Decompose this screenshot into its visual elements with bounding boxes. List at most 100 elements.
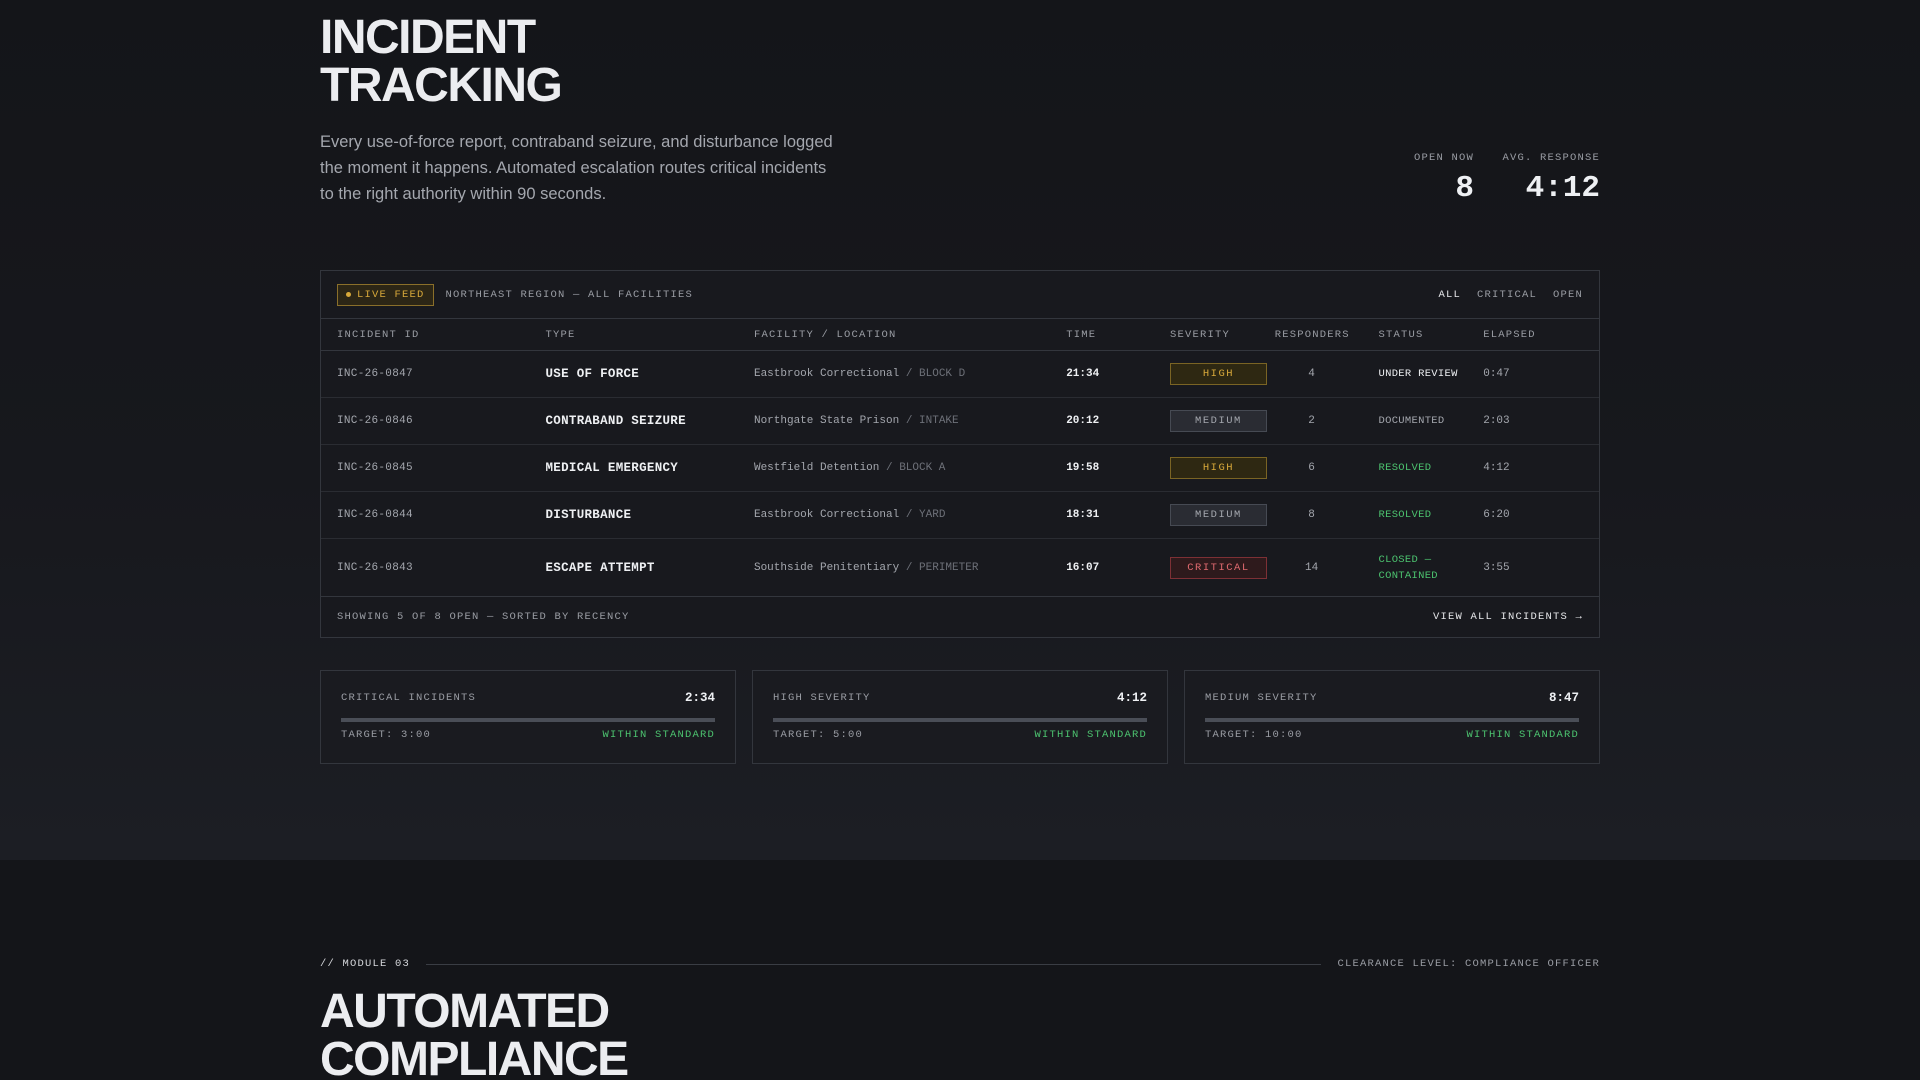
incident-time: 21:34 [1066, 368, 1100, 380]
page-title: INCIDENT TRACKING [320, 11, 563, 112]
sla-card-critical: CRITICAL INCIDENTS 2:34 TARGET: 3:00 WIT… [320, 670, 736, 764]
incident-facility: Eastbrook Correctional / BLOCK D [754, 368, 1066, 380]
col-status: STATUS [1378, 328, 1424, 341]
table-row[interactable]: INC-26-0846 CONTRABAND SEIZURE Northgate… [321, 398, 1599, 445]
incident-elapsed: 6:20 [1483, 509, 1510, 521]
facility-name: Eastbrook Correctional [753, 368, 900, 380]
kpi-open-label: OPEN NOW [1413, 152, 1474, 164]
table-row[interactable]: INC-26-0844 DISTURBANCE Eastbrook Correc… [321, 492, 1599, 539]
facility-name: Southside Penitentiary [753, 561, 900, 574]
sla-progress-fill [773, 718, 1147, 722]
col-responders: RESPONDERS [1274, 328, 1350, 341]
filter-all[interactable]: ALL [1438, 289, 1461, 301]
table-row[interactable]: INC-26-0845 MEDICAL EMERGENCY Westfield … [321, 445, 1599, 492]
feed-filters: ALL CRITICAL OPEN [1438, 289, 1583, 301]
incident-time: 16:07 [1066, 561, 1100, 574]
sla-target: TARGET: 5:00 [773, 729, 864, 741]
sla-progress-fill [341, 718, 715, 722]
sla-card-medium: MEDIUM SEVERITY 8:47 TARGET: 10:00 WITHI… [1184, 670, 1600, 764]
col-severity: SEVERITY [1170, 328, 1231, 341]
incident-feed-panel: LIVE FEED NORTHEAST REGION — ALL FACILIT… [320, 270, 1600, 638]
incident-status: CLOSED — CONTAINED [1379, 552, 1484, 584]
filter-critical[interactable]: CRITICAL [1477, 289, 1537, 301]
severity-badge: HIGH [1169, 363, 1267, 385]
facility-location: / BLOCK A [886, 462, 946, 474]
incident-status: RESOLVED [1378, 462, 1432, 474]
sla-label: CRITICAL INCIDENTS [341, 692, 477, 704]
incident-elapsed: 3:55 [1483, 561, 1510, 574]
sla-progress-fill [1205, 718, 1579, 722]
incident-time: 20:12 [1066, 415, 1100, 427]
table-row[interactable]: INC-26-0843 ESCAPE ATTEMPT Southside Pen… [321, 539, 1599, 596]
col-time: TIME [1066, 328, 1097, 341]
kpi-open-now: OPEN NOW 8 [1400, 152, 1474, 206]
sla-target: TARGET: 10:00 [1205, 729, 1303, 741]
kpi-avg-value: 4:12 [1525, 171, 1600, 206]
showing-count: SHOWING 5 OF 8 OPEN — SORTED BY RECENCY [337, 610, 630, 623]
feed-header: LIVE FEED NORTHEAST REGION — ALL FACILIT… [321, 271, 1599, 319]
feed-footer: SHOWING 5 OF 8 OPEN — SORTED BY RECENCY … [321, 596, 1599, 636]
facility-location: / INTAKE [905, 415, 959, 427]
col-type: TYPE [545, 328, 576, 341]
incident-id: INC-26-0843 [337, 561, 413, 574]
incident-id: INC-26-0846 [337, 415, 413, 427]
sla-value: 8:47 [1548, 691, 1579, 705]
sla-label: HIGH SEVERITY [773, 692, 871, 704]
sla-status: WITHIN STANDARD [602, 729, 715, 741]
incident-facility: Westfield Detention / BLOCK A [754, 462, 1066, 474]
col-incident-id: INCIDENT ID [337, 328, 420, 341]
live-dot-icon [346, 292, 351, 297]
severity-cell: HIGH [1169, 363, 1275, 385]
incident-facility: Northgate State Prison / INTAKE [754, 415, 1066, 427]
intro-text: Every use-of-force report, contraband se… [320, 133, 833, 203]
kpi-avg-label: AVG. RESPONSE [1502, 152, 1600, 164]
incident-elapsed: 0:47 [1483, 368, 1510, 380]
sla-progress-bar [1205, 718, 1579, 722]
severity-cell: CRITICAL [1169, 556, 1275, 579]
incident-elapsed: 2:03 [1483, 415, 1510, 427]
facility-name: Westfield Detention [753, 462, 880, 474]
status-line: CLOSED — [1378, 553, 1432, 566]
incident-facility: Southside Penitentiary / PERIMETER [754, 562, 1066, 574]
incident-time: 18:31 [1066, 509, 1100, 521]
incident-type: CONTRABAND SEIZURE [545, 414, 686, 428]
sla-progress-bar [773, 718, 1147, 722]
region-label: NORTHEAST REGION — ALL FACILITIES [445, 288, 694, 301]
facility-name: Northgate State Prison [753, 415, 900, 427]
incident-status: RESOLVED [1378, 509, 1432, 521]
incident-time: 19:58 [1066, 462, 1100, 474]
severity-cell: MEDIUM [1169, 410, 1275, 432]
incident-section: INCIDENT TRACKING Every use-of-force rep… [0, 0, 1920, 860]
module-title: AUTOMATED COMPLIANCE [320, 985, 629, 1080]
clearance-level: CLEARANCE LEVEL: COMPLIANCE OFFICER [1337, 958, 1600, 970]
severity-cell: MEDIUM [1169, 504, 1275, 526]
sla-value: 2:34 [684, 691, 715, 705]
filter-open[interactable]: OPEN [1553, 289, 1583, 301]
facility-name: Eastbrook Correctional [753, 509, 900, 521]
severity-badge: MEDIUM [1169, 504, 1267, 526]
incident-status: UNDER REVIEW [1378, 368, 1458, 380]
sla-label: MEDIUM SEVERITY [1205, 692, 1318, 704]
incident-id: INC-26-0845 [337, 462, 413, 474]
sla-progress-bar [341, 718, 715, 722]
sla-target: TARGET: 3:00 [341, 729, 432, 741]
table-header: INCIDENT ID TYPE FACILITY / LOCATION TIM… [321, 319, 1599, 351]
table-row[interactable]: INC-26-0847 USE OF FORCE Eastbrook Corre… [321, 351, 1599, 398]
col-facility: FACILITY / LOCATION [754, 328, 897, 341]
incident-responders: 6 [1308, 462, 1315, 474]
facility-location: / BLOCK D [905, 368, 966, 380]
module-tag: // MODULE 03 [320, 958, 411, 970]
sla-status: WITHIN STANDARD [1034, 729, 1147, 741]
view-all-incidents-link[interactable]: VIEW ALL INCIDENTS → [1433, 611, 1583, 623]
incident-responders: 8 [1308, 509, 1315, 521]
incident-type: DISTURBANCE [545, 508, 632, 522]
facility-location: / YARD [905, 509, 946, 521]
kpi-avg-response: AVG. RESPONSE 4:12 [1490, 152, 1600, 206]
incident-id: INC-26-0847 [337, 368, 413, 380]
sla-card-high: HIGH SEVERITY 4:12 TARGET: 5:00 WITHIN S… [752, 670, 1168, 764]
incident-id: INC-26-0844 [337, 509, 413, 521]
col-elapsed: ELAPSED [1483, 328, 1536, 341]
incident-type: MEDICAL EMERGENCY [545, 461, 679, 475]
status-line: CONTAINED [1378, 569, 1438, 582]
sla-status: WITHIN STANDARD [1466, 729, 1579, 741]
